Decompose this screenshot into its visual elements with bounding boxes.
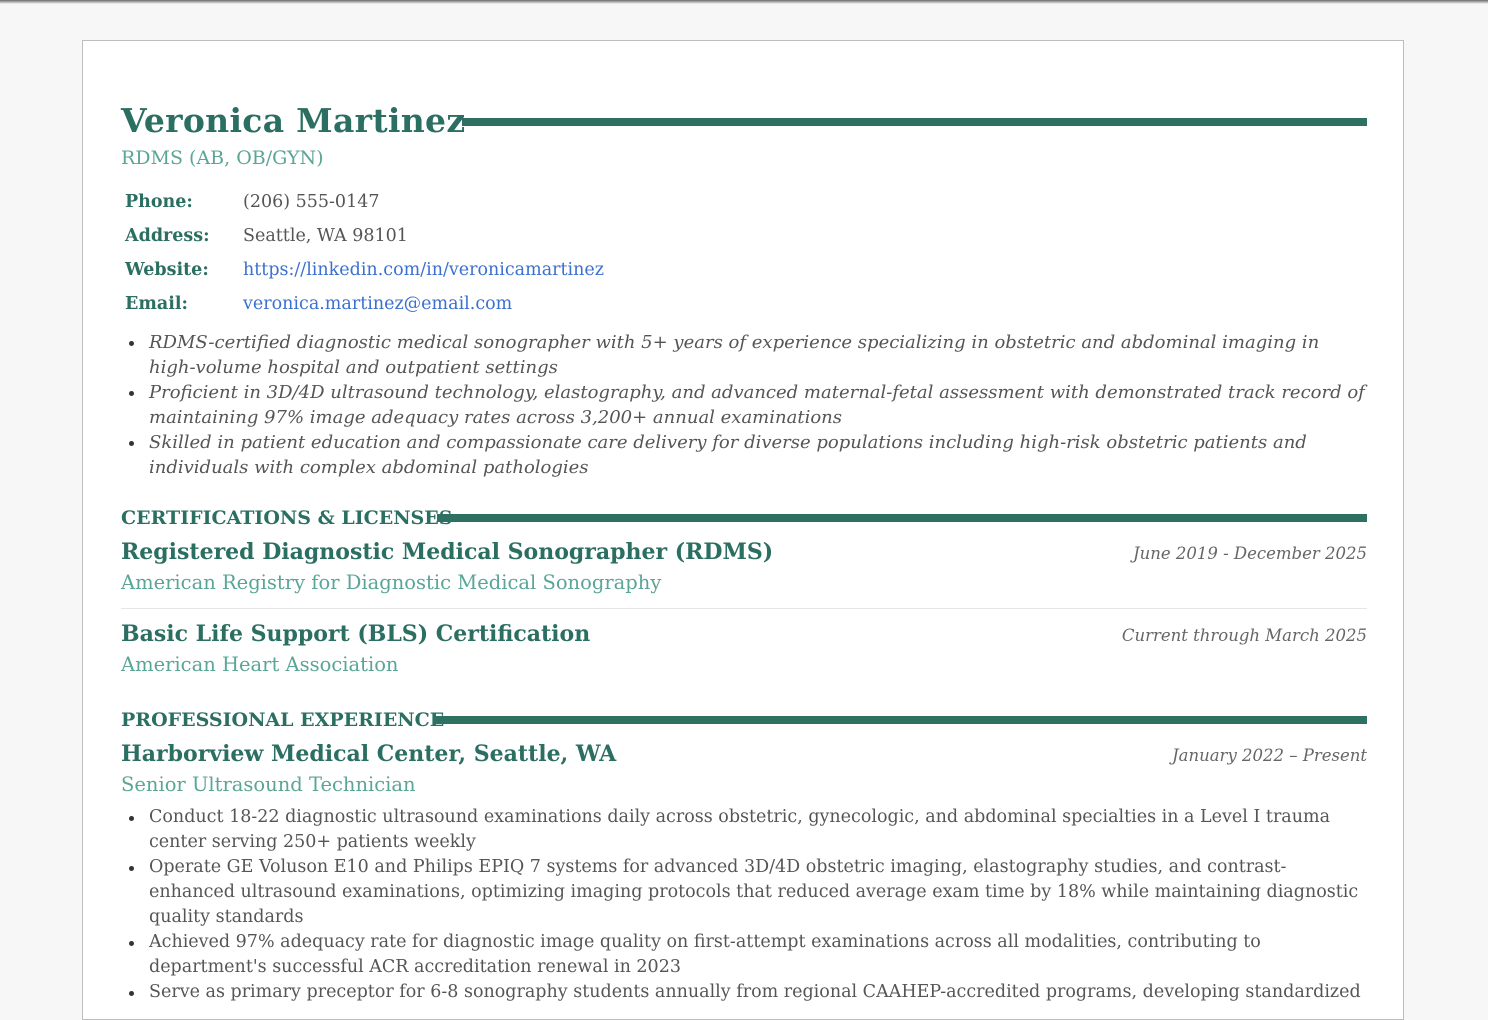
summary-list: RDMS-certified diagnostic medical sonogr…: [121, 330, 1367, 480]
summary-item: RDMS-certified diagnostic medical sonogr…: [121, 330, 1367, 380]
certification-date: Current through March 2025: [1121, 626, 1367, 645]
contact-table: Phone: (206) 555-0147 Address: Seattle, WA…: [125, 187, 604, 323]
contact-row-website: Website: https://linkedin.com/in/veronica…: [125, 255, 604, 289]
contact-row-phone: Phone: (206) 555-0147: [125, 187, 604, 221]
summary-item: Proficient in 3D/4D ultrasound technolog…: [121, 380, 1367, 430]
certification-issuer: American Heart Association: [121, 653, 399, 676]
section-title: PROFESSIONAL EXPERIENCE: [121, 709, 445, 731]
certification-name: Basic Life Support (BLS) Certification: [121, 621, 591, 647]
phone-value: (206) 555-0147: [243, 192, 380, 212]
employment-dates: January 2022 – Present: [1172, 746, 1367, 765]
candidate-name: Veronica Martinez: [121, 101, 466, 140]
credential-line: RDMS (AB, OB/GYN): [121, 147, 324, 169]
summary-item: Skilled in patient education and compass…: [121, 430, 1367, 480]
resume-page: Veronica Martinez RDMS (AB, OB/GYN) Phon…: [82, 40, 1404, 1020]
job-title: Senior Ultrasound Technician: [121, 773, 416, 796]
experience-bullet: Serve as primary preceptor for 6-8 sonog…: [121, 980, 1367, 1005]
name-divider-rule: [462, 118, 1367, 126]
contact-row-address: Address: Seattle, WA 98101: [125, 221, 604, 255]
website-link[interactable]: https://linkedin.com/in/veronicamartinez: [243, 260, 604, 280]
address-value: Seattle, WA 98101: [243, 226, 408, 246]
certification-name: Registered Diagnostic Medical Sonographe…: [121, 539, 774, 565]
experience-section-header: PROFESSIONAL EXPERIENCE: [121, 707, 1367, 733]
contact-label: Email:: [125, 294, 188, 314]
experience-bullet-list: Conduct 18-22 diagnostic ultrasound exam…: [121, 805, 1367, 1005]
window-top-shadow: [0, 0, 1488, 4]
email-link[interactable]: veronica.martinez@email.com: [243, 294, 512, 314]
entry-divider: [121, 608, 1367, 609]
experience-bullet: Achieved 97% adequacy rate for diagnosti…: [121, 930, 1367, 980]
contact-row-email: Email: veronica.martinez@email.com: [125, 289, 604, 323]
section-divider-rule: [434, 716, 1367, 724]
contact-label: Address:: [125, 226, 210, 246]
section-divider-rule: [437, 514, 1367, 522]
experience-bullet: Conduct 18-22 diagnostic ultrasound exam…: [121, 805, 1367, 855]
contact-label: Phone:: [125, 192, 193, 212]
contact-label: Website:: [125, 260, 209, 280]
employer-name: Harborview Medical Center, Seattle, WA: [121, 741, 617, 767]
certifications-section-header: CERTIFICATIONS & LICENSES: [121, 505, 1367, 531]
section-title: CERTIFICATIONS & LICENSES: [121, 507, 453, 529]
certification-issuer: American Registry for Diagnostic Medical…: [121, 571, 662, 594]
certification-date: June 2019 - December 2025: [1132, 544, 1367, 563]
experience-bullet: Operate GE Voluson E10 and Philips EPIQ …: [121, 855, 1367, 930]
name-header: Veronica Martinez: [121, 99, 1367, 143]
